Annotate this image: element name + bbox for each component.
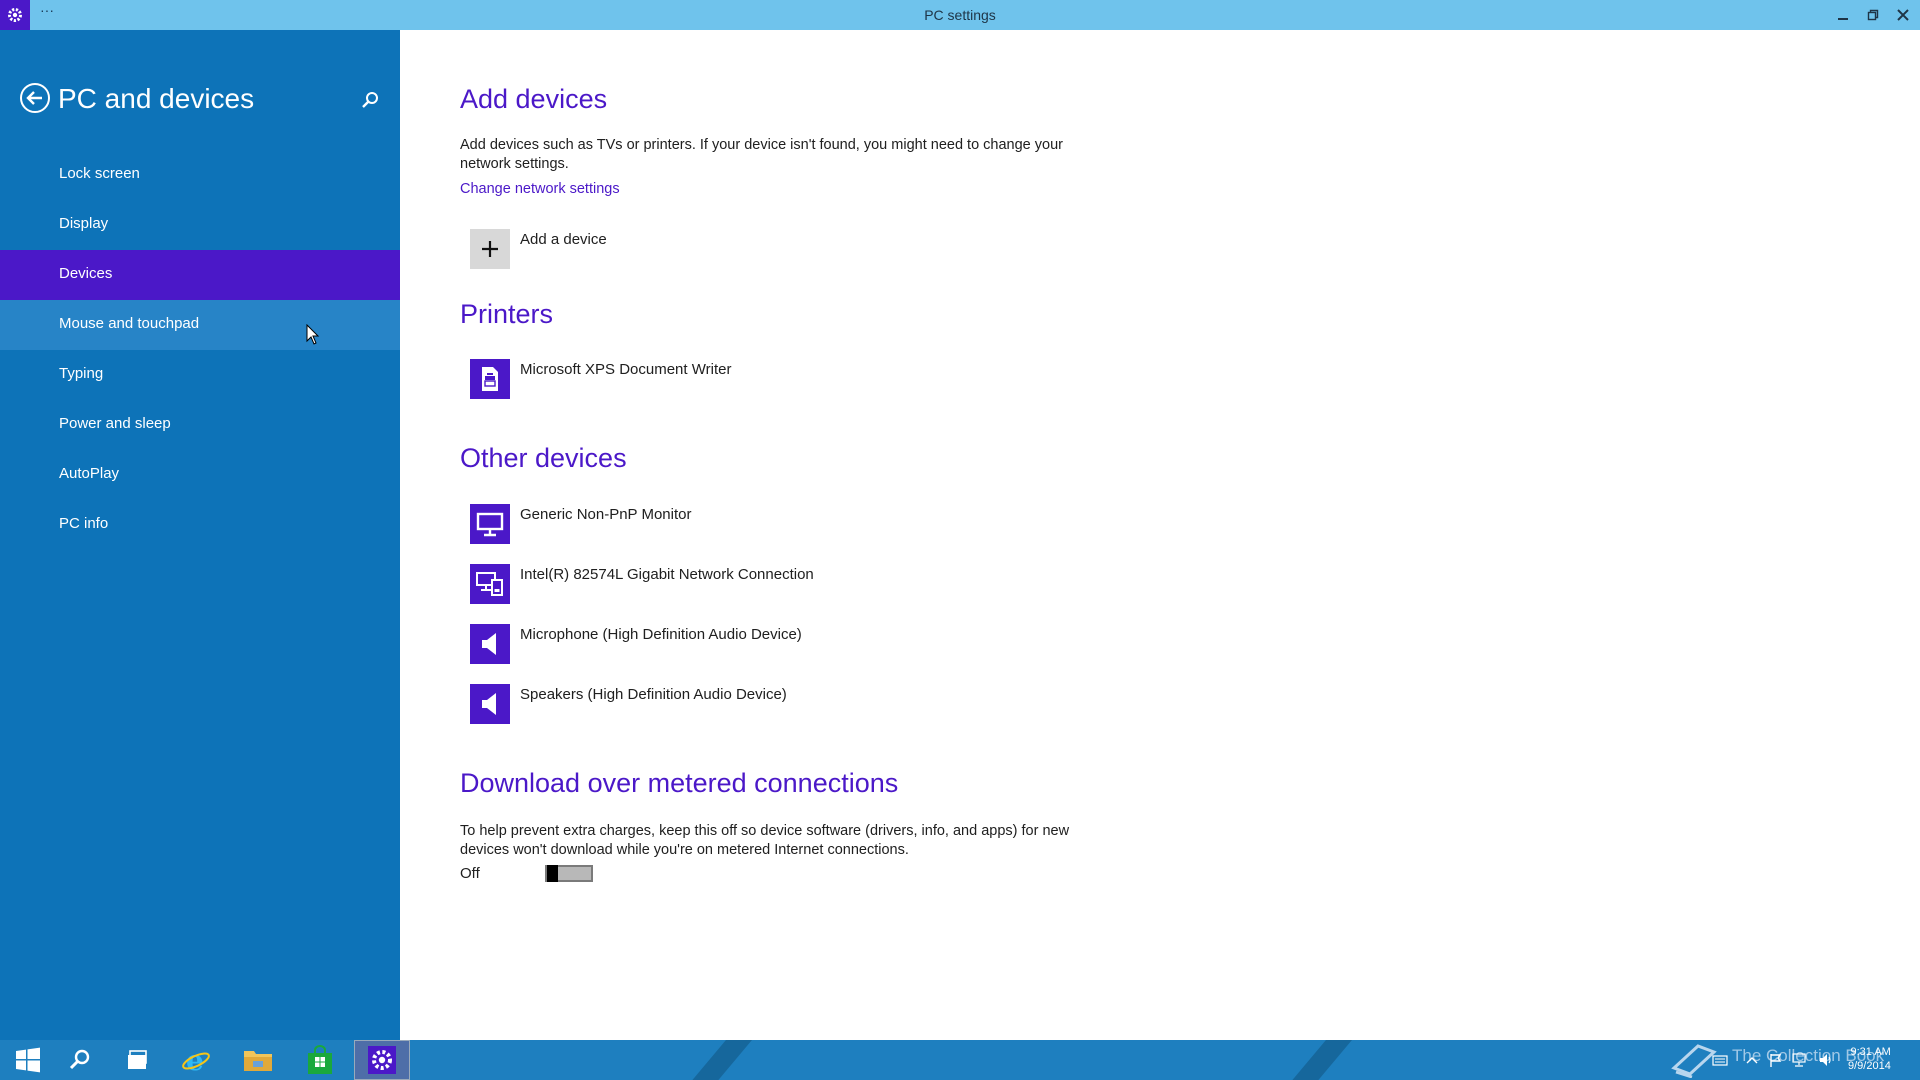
sidebar-item-typing[interactable]: Typing [0, 350, 400, 400]
volume-icon[interactable] [1818, 1052, 1834, 1068]
sidebar-item-label: Devices [59, 265, 113, 282]
printer-icon [470, 359, 510, 399]
close-button[interactable] [1888, 0, 1918, 30]
mouse-cursor-icon [306, 323, 320, 351]
printers-heading: Printers [460, 299, 554, 329]
sidebar-item-pc-info[interactable]: PC info [0, 500, 400, 550]
sidebar-item-lock-screen[interactable]: Lock screen [0, 150, 400, 200]
sidebar-item-devices[interactable]: Devices [0, 250, 400, 300]
search-icon[interactable] [360, 90, 380, 110]
settings-gear-icon [368, 1046, 396, 1074]
sidebar-item-label: Display [59, 215, 109, 232]
sidebar-item-label: PC info [59, 515, 109, 532]
sidebar-item-label: AutoPlay [59, 465, 120, 482]
speaker-icon [470, 684, 510, 724]
search-icon [69, 1049, 90, 1070]
toggle-state-label: Off [460, 865, 480, 882]
action-center-flag-icon[interactable] [1768, 1052, 1784, 1068]
device-label: Microphone (High Definition Audio Device… [520, 626, 802, 643]
store-button[interactable] [292, 1040, 348, 1080]
speaker-icon [470, 624, 510, 664]
device-label: Microsoft XPS Document Writer [520, 361, 732, 378]
monitor-icon [470, 504, 510, 544]
sidebar-item-autoplay[interactable]: AutoPlay [0, 450, 400, 500]
metered-download-toggle[interactable] [545, 865, 593, 882]
clock-date: 9/9/2014 [1848, 1060, 1891, 1072]
add-devices-heading: Add devices [460, 84, 608, 114]
back-arrow-icon[interactable] [19, 82, 51, 114]
sidebar-item-display[interactable]: Display [0, 200, 400, 250]
start-button[interactable] [0, 1040, 56, 1080]
sidebar-item-label: Mouse and touchpad [59, 315, 200, 332]
sidebar-item-label: Lock screen [59, 165, 140, 182]
title-bar: ··· PC settings [0, 0, 1920, 30]
plus-icon [470, 229, 510, 269]
taskbar-clock[interactable]: 9:31 AM 9/9/2014 [1848, 1045, 1891, 1073]
change-network-settings-link[interactable]: Change network settings [460, 181, 620, 197]
taskbar-search-button[interactable] [52, 1040, 108, 1080]
decorative-stripe [1275, 1040, 1361, 1080]
task-view-button[interactable] [110, 1040, 166, 1080]
taskbar: e The Collection Book 9:31 AM 9/9/2014 [0, 1040, 1920, 1080]
chevron-up-icon[interactable] [1744, 1052, 1760, 1068]
add-devices-description: Add devices such as TVs or printers. If … [460, 137, 1063, 172]
toggle-thumb[interactable] [547, 865, 558, 882]
keyboard-icon[interactable] [1712, 1052, 1728, 1068]
internet-explorer-icon: e [182, 1045, 210, 1075]
task-view-icon [128, 1050, 147, 1069]
clock-time: 9:31 AM [1850, 1046, 1891, 1058]
store-bag-icon [308, 1045, 332, 1074]
network-icon[interactable] [1792, 1052, 1808, 1068]
sidebar-item-mouse-and-touchpad[interactable]: Mouse and touchpad [0, 300, 400, 350]
sidebar-title: PC and devices [58, 83, 255, 114]
minimize-button[interactable] [1828, 0, 1858, 30]
device-label: Generic Non-PnP Monitor [520, 506, 692, 523]
metered-description: To help prevent extra charges, keep this… [460, 823, 1070, 858]
sidebar-item-label: Power and sleep [59, 415, 171, 432]
internet-explorer-button[interactable]: e [168, 1040, 224, 1080]
add-device-label: Add a device [520, 231, 607, 248]
pc-settings-taskbar-button[interactable] [354, 1040, 410, 1080]
metered-connections-heading: Download over metered connections [460, 768, 899, 798]
device-label: Speakers (High Definition Audio Device) [520, 686, 787, 703]
sidebar-item-label: Typing [59, 365, 104, 382]
file-explorer-button[interactable] [230, 1040, 286, 1080]
sidebar: PC and devices Lock screen Display Devic… [0, 30, 400, 1040]
device-label: Intel(R) 82574L Gigabit Network Connecti… [520, 566, 814, 583]
network-icon [470, 564, 510, 604]
window-title: PC settings [924, 7, 996, 23]
other-devices-heading: Other devices [460, 443, 627, 473]
restore-button[interactable] [1858, 0, 1888, 30]
decorative-stripe [675, 1040, 761, 1080]
sidebar-item-power-and-sleep[interactable]: Power and sleep [0, 400, 400, 450]
windows-logo-icon [16, 1047, 40, 1073]
folder-icon [244, 1051, 272, 1071]
